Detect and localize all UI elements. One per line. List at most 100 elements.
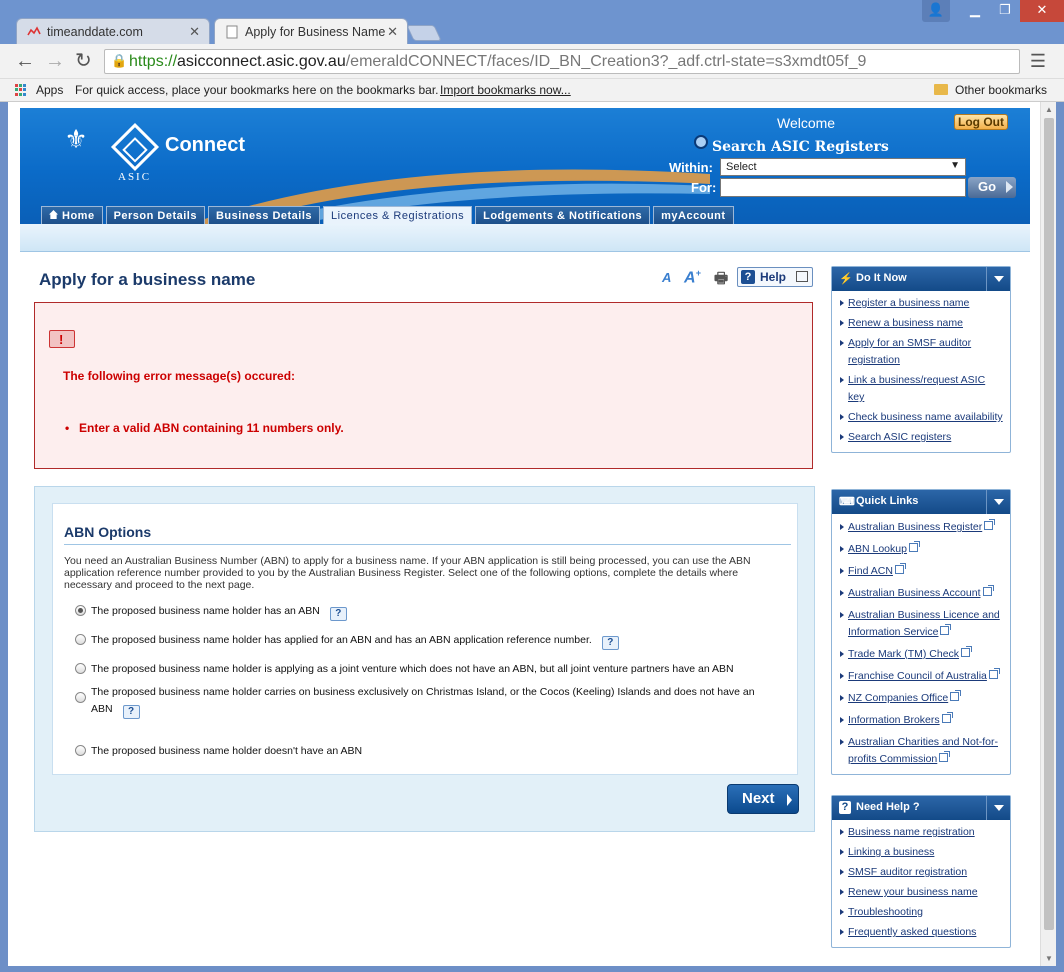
need-help-header[interactable]: ? Need Help ? [832, 796, 1010, 820]
heading-divider [64, 544, 791, 545]
collapse-dropdown-icon[interactable] [986, 267, 1010, 291]
search-input[interactable] [720, 178, 966, 197]
quick-link-charities-commission[interactable]: Australian Charities and Not-for-profits… [840, 734, 1004, 768]
nav-home[interactable]: Home [41, 206, 103, 226]
close-window-icon[interactable]: ✕ [1020, 0, 1064, 22]
help-link-faq[interactable]: Frequently asked questions [840, 924, 1004, 941]
help-link-smsf-auditor[interactable]: SMSF auditor registration [840, 864, 1004, 881]
error-title: The following error message(s) occured: [63, 369, 296, 383]
nav-myaccount[interactable]: myAccount [653, 206, 734, 226]
browser-toolbar: ← → ↻ 🔒 https://asicconnect.asic.gov.au/e… [0, 44, 1064, 79]
radio-button[interactable] [75, 663, 86, 674]
back-arrow-icon[interactable]: ← [15, 51, 35, 71]
option-label: The proposed business name holder has ap… [91, 634, 592, 646]
sidebar-link-renew-business-name[interactable]: Renew a business name [840, 315, 1004, 332]
quick-link-franchise-council[interactable]: Franchise Council of Australia [840, 668, 1004, 685]
close-tab-icon[interactable]: ✕ [189, 24, 200, 40]
link-label: Australian Business Licence and Informat… [848, 609, 1000, 638]
increase-text-size-icon[interactable]: A+ [684, 268, 701, 287]
panel-title: Do It Now [856, 272, 907, 284]
sidebar-link-register-business-name[interactable]: Register a business name [840, 295, 1004, 312]
radio-button[interactable] [75, 605, 86, 616]
external-link-icon [950, 690, 962, 701]
nav-person-details[interactable]: Person Details [105, 206, 205, 226]
help-tooltip-icon[interactable]: ? [601, 636, 619, 650]
radio-button[interactable] [75, 634, 86, 645]
abn-option-christmas-island[interactable]: The proposed business name holder carrie… [75, 684, 775, 719]
help-link-business-name-registration[interactable]: Business name registration [840, 824, 1004, 841]
apps-link[interactable]: Apps [36, 83, 63, 97]
close-tab-icon[interactable]: ✕ [387, 24, 398, 40]
user-profile-icon[interactable]: 👤 [922, 0, 950, 22]
help-tooltip-icon[interactable]: ? [329, 607, 347, 621]
help-tooltip-icon[interactable]: ? [122, 705, 140, 719]
help-link-linking-business[interactable]: Linking a business [840, 844, 1004, 861]
apps-grid-icon[interactable] [15, 84, 27, 96]
nav-lodgements-notifications[interactable]: Lodgements & Notifications [475, 206, 651, 226]
popout-icon [796, 271, 808, 282]
vertical-scrollbar[interactable]: ▲ ▼ [1040, 102, 1056, 966]
link-label: Trade Mark (TM) Check [848, 648, 960, 660]
scrollbar-thumb[interactable] [1044, 118, 1054, 930]
maximize-icon[interactable]: ❐ [990, 0, 1020, 22]
help-link-troubleshooting[interactable]: Troubleshooting [840, 904, 1004, 921]
quick-links-header[interactable]: ⌨ Quick Links [832, 490, 1010, 514]
abn-option-applied[interactable]: The proposed business name holder has ap… [75, 632, 775, 650]
sidebar-link-smsf-auditor[interactable]: Apply for an SMSF auditor registration [840, 335, 1004, 369]
sidebar-link-business-key[interactable]: Link a business/request ASIC key [840, 372, 1004, 406]
help-link-renew-business-name[interactable]: Renew your business name [840, 884, 1004, 901]
page-title: Apply for a business name [39, 270, 256, 289]
quick-link-information-brokers[interactable]: Information Brokers [840, 712, 1004, 729]
help-button[interactable]: ? Help [737, 267, 813, 287]
need-help-panel: ? Need Help ? Business name registration … [831, 795, 1011, 948]
print-icon[interactable]: 🖶 [714, 268, 728, 293]
link-label: ABN Lookup [848, 543, 907, 555]
tab-apply-business-name[interactable]: Apply for Business Name ✕ [214, 18, 408, 44]
reload-icon[interactable]: ↻ [75, 51, 92, 71]
quick-link-trade-mark[interactable]: Trade Mark (TM) Check [840, 646, 1004, 663]
quick-link-find-acn[interactable]: Find ACN [840, 563, 1004, 580]
abn-options-description: You need an Australian Business Number (… [64, 555, 751, 591]
quick-link-nz-companies[interactable]: NZ Companies Office [840, 690, 1004, 707]
decrease-text-size-icon[interactable]: A [662, 270, 671, 285]
other-bookmarks[interactable]: Other bookmarks [955, 83, 1047, 97]
do-it-now-header[interactable]: ⚡ Do It Now [832, 267, 1010, 291]
page-favicon-icon [226, 25, 238, 39]
within-select[interactable]: Select ▼ [720, 158, 966, 176]
chevron-down-icon: ▼ [950, 160, 960, 171]
sidebar-link-search-registers[interactable]: Search ASIC registers [840, 429, 1004, 446]
collapse-dropdown-icon[interactable] [986, 796, 1010, 820]
quick-link-abr[interactable]: Australian Business Register [840, 519, 1004, 536]
collapse-dropdown-icon[interactable] [986, 490, 1010, 514]
tab-timeanddate[interactable]: timeanddate.com ✕ [16, 18, 210, 44]
option-label: The proposed business name holder doesn'… [91, 745, 363, 757]
panel-title: Quick Links [856, 495, 919, 507]
address-bar[interactable]: 🔒 https://asicconnect.asic.gov.au/emerald… [104, 49, 1020, 74]
import-bookmarks-link[interactable]: Import bookmarks now... [440, 83, 571, 97]
abn-option-joint-venture[interactable]: The proposed business name holder is app… [75, 661, 775, 678]
scroll-up-icon[interactable]: ▲ [1045, 105, 1053, 114]
scroll-down-icon[interactable]: ▼ [1045, 954, 1053, 963]
browser-menu-icon[interactable]: ☰ [1030, 52, 1046, 70]
go-button[interactable]: Go [968, 177, 1016, 198]
for-label: For: [691, 180, 717, 195]
minimize-icon[interactable]: ▁ [960, 0, 990, 22]
radio-button[interactable] [75, 692, 86, 703]
abn-options-panel: ABN Options You need an Australian Busin… [52, 503, 798, 775]
nav-licences-registrations[interactable]: Licences & Registrations [323, 206, 473, 226]
new-tab-button[interactable] [406, 25, 442, 41]
nav-business-details[interactable]: Business Details [207, 206, 321, 226]
quick-link-abn-lookup[interactable]: ABN Lookup [840, 541, 1004, 558]
window-controls: 👤 ▁ ❐ ✕ [922, 0, 1064, 22]
abn-option-has-abn[interactable]: The proposed business name holder has an… [75, 603, 775, 621]
abn-option-no-abn[interactable]: The proposed business name holder doesn'… [75, 743, 775, 760]
help-question-icon: ? [741, 270, 755, 284]
next-button[interactable]: Next [727, 784, 799, 814]
url-scheme: https:// [129, 53, 178, 70]
logout-button[interactable]: Log Out [954, 114, 1008, 130]
radio-button[interactable] [75, 745, 86, 756]
quick-link-business-account[interactable]: Australian Business Account [840, 585, 1004, 602]
quick-link-licence-info[interactable]: Australian Business Licence and Informat… [840, 607, 1004, 641]
sidebar-link-check-availability[interactable]: Check business name availability [840, 409, 1004, 426]
forward-arrow-icon[interactable]: → [45, 51, 65, 71]
